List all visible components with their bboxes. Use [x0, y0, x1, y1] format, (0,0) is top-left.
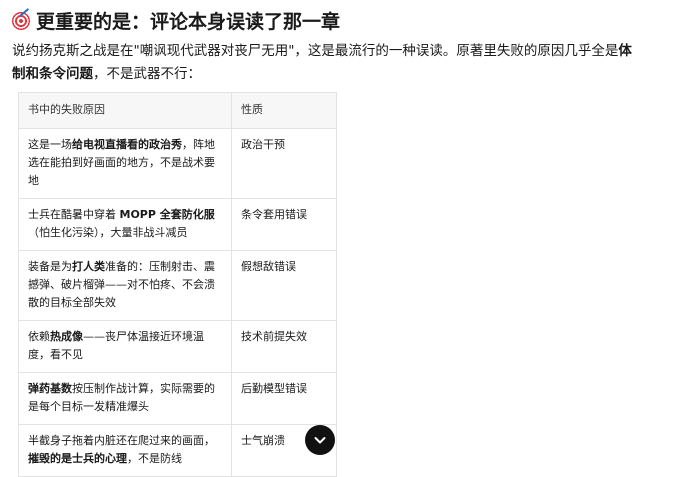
cause-text: 这是一场	[28, 138, 72, 151]
column-header-cause: 书中的失败原因	[18, 92, 232, 129]
cause-bold-text: 打人类	[72, 260, 105, 273]
column-header-nature: 性质	[231, 92, 337, 129]
nature-cell: 假想敌错误	[231, 250, 337, 321]
section-heading: 更重要的是：评论本身误读了那一章	[12, 8, 340, 36]
cause-cell: 依赖热成像——丧尸体温接近环境温度，看不见	[18, 320, 232, 373]
cause-text: 半截身子拖着内脏还在爬过来的画面，	[28, 434, 215, 447]
cause-text: （怕生化污染），大量非战斗减员	[28, 226, 188, 239]
cause-text: ，不是防线	[127, 452, 182, 465]
cause-text: 士兵在酷暑中穿着	[28, 208, 120, 221]
nature-cell: 条令套用错误	[231, 198, 337, 251]
cause-bold-text: 热成像	[50, 330, 83, 343]
cause-bold-text: 给电视直播看的政治秀	[72, 138, 182, 151]
cause-cell: 弹药基数按压制作战计算，实际需要的是每个目标一发精准爆头	[18, 372, 232, 425]
nature-cell: 政治干预	[231, 128, 337, 199]
cause-cell: 这是一场给电视直播看的政治秀，阵地选在能拍到好画面的地方，不是战术要地	[18, 128, 232, 199]
table-row: 这是一场给电视直播看的政治秀，阵地选在能拍到好画面的地方，不是战术要地 政治干预	[18, 128, 337, 199]
cause-bold-text: 弹药基数	[28, 382, 72, 395]
cause-cell: 半截身子拖着内脏还在爬过来的画面， 摧毁的是士兵的心理，不是防线	[18, 424, 232, 477]
table-row: 依赖热成像——丧尸体温接近环境温度，看不见 技术前提失效	[18, 320, 337, 373]
chevron-down-icon	[314, 437, 326, 444]
nature-cell: 技术前提失效	[231, 320, 337, 373]
scroll-down-button[interactable]	[305, 425, 335, 455]
cause-text: 装备是为	[28, 260, 72, 273]
table-row: 装备是为打人类准备的：压制射击、震撼弹、破片榴弹——对不怕疼、不会溃散的目标全部…	[18, 250, 337, 321]
cause-bold-text: MOPP 全套防化服	[119, 208, 215, 221]
intro-text-end: ，不是武器不行：	[93, 66, 201, 82]
table-row: 士兵在酷暑中穿着 MOPP 全套防化服 （怕生化污染），大量非战斗减员 条令套用错误	[18, 198, 337, 251]
intro-text: 说约扬克斯之战是在"嘲讽现代武器对丧尸无用"，这是最流行的一种误读。原著里失败的…	[12, 43, 619, 59]
target-icon	[12, 12, 30, 30]
nature-cell: 后勤模型错误	[231, 372, 337, 425]
table-row: 半截身子拖着内脏还在爬过来的画面，摧毁的是士兵的心理，不是防线 士气崩溃	[18, 424, 337, 477]
intro-paragraph: 说约扬克斯之战是在"嘲讽现代武器对丧尸无用"，这是最流行的一种误读。原著里失败的…	[12, 40, 632, 86]
cause-cell: 士兵在酷暑中穿着 MOPP 全套防化服 （怕生化污染），大量非战斗减员	[18, 198, 232, 251]
table-row: 弹药基数按压制作战计算，实际需要的是每个目标一发精准爆头 后勤模型错误	[18, 372, 337, 425]
table-header-row: 书中的失败原因 性质	[18, 92, 337, 129]
failure-causes-table: 书中的失败原因 性质 这是一场给电视直播看的政治秀，阵地选在能拍到好画面的地方，…	[18, 92, 337, 477]
cause-text: 依赖	[28, 330, 50, 343]
cause-cell: 装备是为打人类准备的：压制射击、震撼弹、破片榴弹——对不怕疼、不会溃散的目标全部…	[18, 250, 232, 321]
section-heading-text: 更重要的是：评论本身误读了那一章	[36, 11, 341, 33]
cause-bold-text: 摧毁的是士兵的心理	[28, 452, 127, 465]
